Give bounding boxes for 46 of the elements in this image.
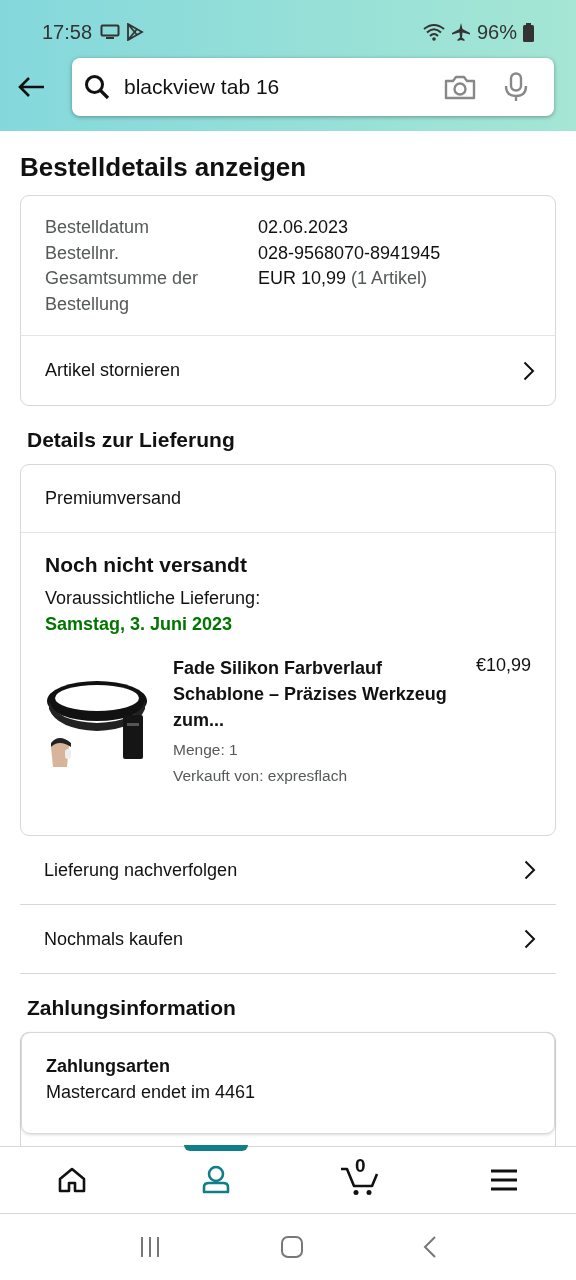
screen-icon [100, 24, 121, 40]
delivery-estimate-label: Voraussichtliche Lieferung: [45, 587, 262, 610]
back-icon[interactable] [422, 1235, 437, 1259]
payment-method-label: Zahlungsarten [46, 1055, 171, 1078]
field-value: 02.06.2023 [258, 216, 349, 239]
payment-method: Mastercard endet im 4461 [46, 1081, 257, 1104]
field-label: Bestelldatum [45, 216, 151, 239]
field-value: EUR 10,99 [258, 267, 347, 290]
search-field[interactable]: blackview tab 16 [72, 58, 554, 116]
account-icon[interactable] [201, 1165, 231, 1195]
section-heading: Details zur Lieferung [27, 428, 236, 452]
delivery-date: Samstag, 3. Juni 2023 [45, 613, 234, 636]
field-label: Bestellnr. [45, 241, 121, 265]
airplane-icon [450, 22, 471, 42]
product-title[interactable]: Fade Silikon Farbverlauf Schablone – Präzises Werkzeug zum... [173, 655, 462, 733]
clock: 17:58 [42, 20, 93, 44]
menu-icon[interactable] [490, 1169, 518, 1191]
chevron-icon [524, 929, 536, 949]
play-icon [126, 23, 145, 41]
page-title: Bestelldetails anzeigen [20, 152, 308, 183]
field-value: 028-9568070-8941945 [258, 241, 441, 265]
field-label: Gesamtsumme der Bestellung [45, 267, 200, 316]
back-arrow-icon[interactable] [17, 76, 45, 98]
recent-apps-icon[interactable] [139, 1236, 162, 1258]
shipping-method: Premiumversand [45, 488, 182, 509]
microphone-icon[interactable] [504, 72, 528, 102]
payment-method-card[interactable]: Zahlungsarten Mastercard endet im 4461 [21, 1032, 555, 1134]
section-heading: Zahlungsinformation [27, 996, 237, 1020]
list-link[interactable]: Nochmals kaufen [20, 905, 556, 974]
seller: Verkauft von: expresflach [173, 766, 349, 786]
cancel-items-row[interactable]: Artikel stornieren [21, 335, 555, 405]
list-link[interactable]: Lieferung nachverfolgen [20, 836, 556, 905]
search-icon [84, 74, 110, 100]
product-price: €10,99 [475, 655, 531, 676]
item-count: (1 Artikel) [351, 267, 428, 290]
quantity: Menge: 1 [173, 740, 239, 760]
battery-level: 96% [476, 20, 517, 44]
battery-icon [523, 22, 534, 42]
home-button-icon[interactable] [280, 1235, 304, 1259]
camera-icon[interactable] [444, 74, 476, 100]
chevron-icon [523, 360, 535, 381]
shipment-status: Noch nicht versandt [45, 553, 248, 577]
wifi-icon [422, 23, 445, 41]
cart-count: 0 [355, 1155, 366, 1177]
chevron-icon [524, 860, 536, 880]
home-icon[interactable] [58, 1167, 86, 1193]
